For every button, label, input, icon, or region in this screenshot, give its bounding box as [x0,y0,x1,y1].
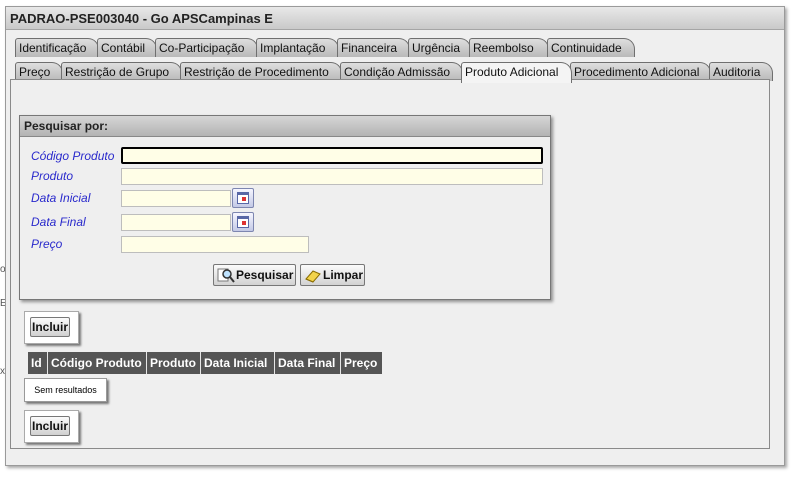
tab-implantacao[interactable]: Implantação [256,38,339,57]
preco-input[interactable] [121,236,309,253]
data-final-calendar-icon[interactable] [232,212,254,232]
tab-produto-adicional[interactable]: Produto Adicional [461,62,572,83]
empty-results-message: Sem resultados [24,378,107,402]
codigo-produto-label: Código Produto [31,149,115,163]
search-button[interactable]: Pesquisar [213,264,296,286]
column-header-id[interactable]: Id [28,352,48,374]
include-button-bottom[interactable]: Incluir [30,416,70,436]
data-inicial-calendar-icon[interactable] [232,188,254,208]
results-table-header: Id Código Produto Produto Data Inicial D… [28,352,382,374]
include-button-container: Incluir [24,311,79,344]
tab-identificacao[interactable]: Identificação [15,38,99,57]
search-button-label: Pesquisar [236,268,294,282]
clear-button[interactable]: Limpar [300,264,365,286]
data-final-label: Data Final [31,215,86,229]
data-inicial-label: Data Inicial [31,191,91,205]
column-header-data-final[interactable]: Data Final [275,352,341,374]
column-header-codigo-produto[interactable]: Código Produto [48,352,147,374]
column-header-produto[interactable]: Produto [147,352,201,374]
clear-button-label: Limpar [323,268,364,282]
column-header-data-inicial[interactable]: Data Inicial [201,352,275,374]
eraser-icon [305,270,321,283]
tab-contabil[interactable]: Contábil [97,38,157,57]
include-button-top[interactable]: Incluir [30,317,70,337]
produto-input[interactable] [121,168,543,185]
search-panel-title: Pesquisar por: [24,119,109,133]
window-title: PADRAO-PSE003040 - Go APSCampinas E [10,11,273,26]
column-header-preco[interactable]: Preço [341,352,382,374]
data-inicial-input[interactable] [121,190,231,207]
magnifier-icon [217,268,235,283]
tab-continuidade[interactable]: Continuidade [547,38,635,57]
tab-urgencia[interactable]: Urgência [408,38,471,57]
produto-label: Produto [31,169,74,183]
data-final-input[interactable] [121,214,231,231]
include-button-container: Incluir [24,410,79,443]
preco-label: Preço [31,237,63,251]
tab-reembolso[interactable]: Reembolso [469,38,549,57]
tab-financeira[interactable]: Financeira [337,38,410,57]
search-panel-header: Pesquisar por: [20,116,550,137]
search-panel: Pesquisar por: Código Produto Produto Da… [19,115,551,300]
window-titlebar: PADRAO-PSE003040 - Go APSCampinas E [6,7,784,30]
tab-co-participacao[interactable]: Co-Participação [155,38,258,57]
codigo-produto-input[interactable] [121,147,543,164]
